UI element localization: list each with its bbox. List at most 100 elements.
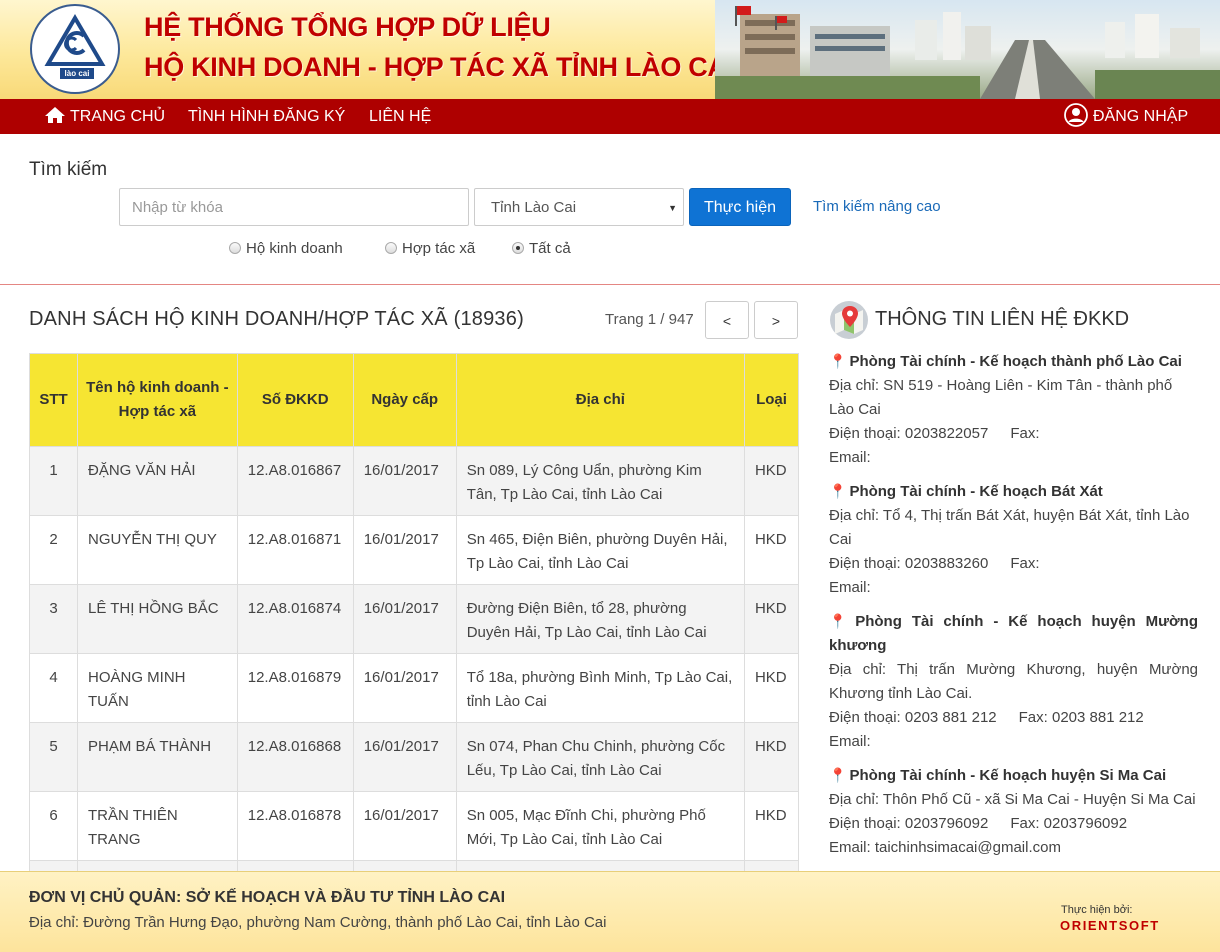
nav-home[interactable]: TRANG CHỦ: [44, 99, 165, 134]
contact-office: 📍 Phòng Tài chính - Kế hoạch thành phố Là…: [829, 349, 1198, 470]
nav-registration-status[interactable]: TÌNH HÌNH ĐĂNG KÝ: [188, 99, 345, 134]
chevron-down-icon: ▼: [668, 203, 677, 213]
column-header-stt: STT: [29, 353, 78, 447]
nav-login[interactable]: ĐĂNG NHẬP: [1064, 99, 1188, 134]
cell-name[interactable]: TRẦN THIÊN TRANG: [76, 791, 238, 861]
cell-name[interactable]: PHẠM BÁ THÀNH: [76, 722, 238, 792]
column-header-name: Tên hộ kinh doanh - Hợp tác xã: [76, 353, 238, 447]
city-banner-illustration: [715, 0, 1220, 99]
logo-emblem-icon: [44, 14, 106, 66]
province-select[interactable]: Tỉnh Lào Cai ▼: [474, 188, 684, 226]
table-header-row: STT Tên hộ kinh doanh - Hợp tác xã Số ĐK…: [29, 353, 800, 447]
cell-address: Tổ 18a, phường Bình Minh, Tp Lào Cai, tỉ…: [455, 653, 745, 723]
radio-cooperative[interactable]: Hợp tác xã: [385, 240, 475, 257]
contact-section-title: THÔNG TIN LIÊN HỆ ĐKKD: [875, 308, 1130, 330]
table-row[interactable]: 2 NGUYỄN THỊ QUY 12.A8.016871 16/01/2017…: [29, 515, 800, 585]
cell-issue-date: 16/01/2017: [352, 584, 457, 654]
office-email: Email:: [829, 449, 871, 466]
user-icon: [1064, 103, 1088, 140]
radio-all[interactable]: Tất cả: [512, 240, 571, 257]
column-header-type: Loại: [743, 353, 800, 447]
office-name: Phòng Tài chính - Kế hoạch huyện Mường k…: [829, 613, 1199, 654]
office-phone: Điện thoại: 0203822057: [829, 425, 989, 442]
logo-caption: lào cai: [60, 68, 94, 79]
site-header: lào cai HỆ THỐNG TỔNG HỢP DỮ LIỆU HỘ KIN…: [0, 0, 1220, 99]
office-address: Địa chỉ: Thị trấn Mường Khương, huyện Mư…: [829, 661, 1198, 702]
map-pin-icon: 📍: [829, 613, 853, 629]
cell-name[interactable]: HOÀNG MINH TUẤN: [76, 653, 238, 723]
cell-address: Sn 465, Điện Biên, phường Duyên Hải, Tp …: [455, 515, 745, 585]
cell-type: HKD: [743, 446, 800, 516]
nav-contact[interactable]: LIÊN HỆ: [369, 99, 431, 134]
cell-reg-number: 12.A8.016871: [236, 515, 354, 585]
cell-name[interactable]: LÊ THỊ HỒNG BẮC: [76, 584, 238, 654]
cell-address: Sn 074, Phan Chu Chinh, phường Cốc Lếu, …: [455, 722, 745, 792]
office-fax: Fax:: [1010, 555, 1040, 572]
table-row[interactable]: 1 ĐẶNG VĂN HẢI 12.A8.016867 16/01/2017 S…: [29, 446, 800, 516]
column-header-reg-number: Số ĐKKD: [236, 353, 354, 447]
cell-address: Đường Điện Biên, tổ 28, phường Duyên Hải…: [455, 584, 745, 654]
table-row[interactable]: 6 TRẦN THIÊN TRANG 12.A8.016878 16/01/20…: [29, 791, 800, 861]
cell-type: HKD: [743, 791, 800, 861]
section-divider: [0, 284, 1220, 285]
orientsoft-logo[interactable]: ORIENTSOFT: [1060, 918, 1160, 933]
cell-reg-number: 12.A8.016879: [236, 653, 354, 723]
cell-reg-number: 12.A8.016868: [236, 722, 354, 792]
map-pin-icon: 📍: [829, 767, 847, 783]
office-email: Email: taichinhsimacai@gmail.com: [829, 839, 1061, 856]
table-row[interactable]: 3 LÊ THỊ HỒNG BẮC 12.A8.016874 16/01/201…: [29, 584, 800, 654]
cell-type: HKD: [743, 515, 800, 585]
office-fax: Fax: 0203 881 212: [1018, 709, 1144, 726]
office-fax: Fax: 0203796092: [1010, 815, 1128, 832]
cell-issue-date: 16/01/2017: [352, 722, 457, 792]
radio-label: Hợp tác xã: [402, 240, 476, 257]
cell-issue-date: 16/01/2017: [352, 653, 457, 723]
office-address: Địa chỉ: Tổ 4, Thị trấn Bát Xát, huyện B…: [829, 507, 1190, 548]
search-submit-button[interactable]: Thực hiện: [689, 188, 791, 226]
cell-stt: 3: [29, 584, 78, 654]
nav-home-label: TRANG CHỦ: [70, 108, 166, 125]
contact-office: 📍 Phòng Tài chính - Kế hoạch Bát Xát Địa …: [829, 479, 1198, 600]
office-address: Địa chỉ: SN 519 - Hoàng Liên - Kim Tân -…: [829, 377, 1173, 418]
next-page-button[interactable]: >: [754, 301, 798, 339]
cell-reg-number: 12.A8.016867: [236, 446, 354, 516]
main-navbar: TRANG CHỦ TÌNH HÌNH ĐĂNG KÝ LIÊN HỆ ĐĂNG…: [0, 99, 1220, 134]
column-header-address: Địa chỉ: [455, 353, 745, 447]
keyword-search-input[interactable]: [119, 188, 469, 226]
cell-stt: 1: [29, 446, 78, 516]
home-icon: [44, 102, 66, 137]
site-title-line2: HỘ KINH DOANH - HỢP TÁC XÃ TỈNH LÀO CAI: [144, 52, 734, 82]
cell-reg-number: 12.A8.016874: [236, 584, 354, 654]
header-banner-image: [715, 0, 1220, 99]
table-row[interactable]: 4 HOÀNG MINH TUẤN 12.A8.016879 16/01/201…: [29, 653, 800, 723]
list-title: DANH SÁCH HỘ KINH DOANH/HỢP TÁC XÃ (1893…: [29, 308, 524, 330]
cell-type: HKD: [743, 584, 800, 654]
nav-login-label: ĐĂNG NHẬP: [1093, 108, 1189, 125]
business-table: STT Tên hộ kinh doanh - Hợp tác xã Số ĐK…: [29, 353, 800, 930]
province-logo[interactable]: lào cai: [30, 4, 120, 94]
search-heading: Tìm kiếm: [29, 159, 108, 180]
prev-page-button[interactable]: <: [705, 301, 749, 339]
radio-selected-icon: [512, 242, 524, 254]
office-fax: Fax:: [1010, 425, 1040, 442]
office-name: Phòng Tài chính - Kế hoạch Bát Xát: [849, 483, 1103, 500]
radio-label: Tất cả: [529, 240, 571, 257]
cell-stt: 5: [29, 722, 78, 792]
table-row[interactable]: 5 PHẠM BÁ THÀNH 12.A8.016868 16/01/2017 …: [29, 722, 800, 792]
office-phone: Điện thoại: 0203 881 212: [829, 709, 997, 726]
map-pin-icon: 📍: [829, 353, 847, 369]
map-pin-icon: 📍: [829, 483, 847, 499]
cell-name[interactable]: NGUYỄN THỊ QUY: [76, 515, 238, 585]
cell-name[interactable]: ĐẶNG VĂN HẢI: [76, 446, 238, 516]
radio-icon: [385, 242, 397, 254]
map-icon: [829, 300, 869, 340]
cell-reg-number: 12.A8.016878: [236, 791, 354, 861]
office-phone: Điện thoại: 0203883260: [829, 555, 989, 572]
radio-household-business[interactable]: Hộ kinh doanh: [229, 240, 343, 257]
footer-address: Địa chỉ: Đường Trần Hưng Đạo, phường Nam…: [29, 914, 607, 931]
advanced-search-link[interactable]: Tìm kiếm nâng cao: [813, 198, 941, 215]
footer-organization: ĐƠN VỊ CHỦ QUẢN: SỞ KẾ HOẠCH VÀ ĐẦU TƯ T…: [29, 889, 506, 906]
column-header-issue-date: Ngày cấp: [352, 353, 457, 447]
office-phone: Điện thoại: 0203796092: [829, 815, 989, 832]
contact-office: 📍 Phòng Tài chính - Kế hoạch huyện Mường …: [829, 609, 1198, 754]
